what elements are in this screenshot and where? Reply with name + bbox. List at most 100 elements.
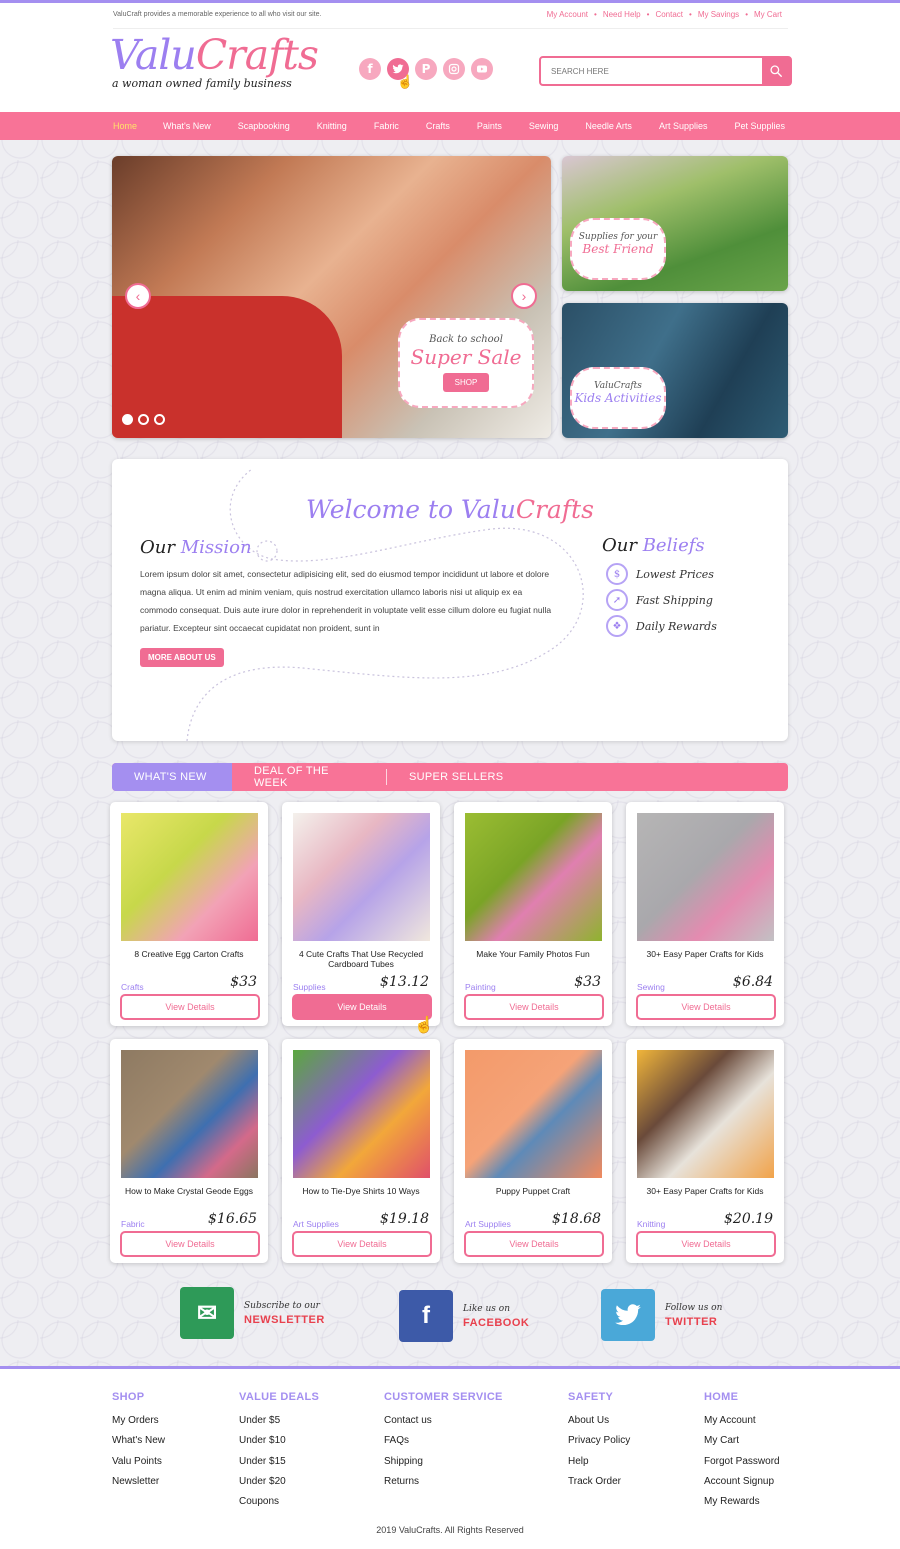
nav-item-sewing[interactable]: Sewing — [529, 121, 559, 131]
footer-link[interactable]: What's New — [112, 1431, 165, 1451]
nav-item-scapbooking[interactable]: Scapbooking — [238, 121, 290, 131]
top-link-my-savings[interactable]: My Savings — [692, 10, 745, 19]
hero-image-paper — [329, 430, 551, 438]
shop-button[interactable]: SHOP — [442, 373, 490, 392]
top-link-contact[interactable]: Contact — [649, 10, 689, 19]
product-card: 4 Cute Crafts That Use Recycled Cardboar… — [282, 802, 440, 1026]
view-details-button[interactable]: View Details — [120, 1231, 260, 1257]
nav-item-what-s-new[interactable]: What's New — [163, 121, 211, 131]
footer-link[interactable]: Under $10 — [239, 1431, 319, 1451]
product-image[interactable] — [121, 1050, 258, 1178]
view-details-button[interactable]: View Details — [636, 994, 776, 1020]
product-price: $33 — [574, 974, 601, 990]
view-details-button[interactable]: View Details — [464, 1231, 604, 1257]
banner-pet-supplies[interactable]: Supplies for your Best Friend — [562, 156, 788, 291]
slider-dot[interactable] — [122, 414, 133, 425]
youtube-icon[interactable] — [471, 58, 493, 80]
newsletter-signup[interactable]: ✉ Subscribe to our NEWSLETTER — [180, 1287, 325, 1339]
footer-link[interactable]: Privacy Policy — [568, 1431, 630, 1451]
top-link-my-cart[interactable]: My Cart — [748, 10, 788, 19]
hand-cursor-icon: ☝ — [397, 74, 414, 89]
footer-link[interactable]: Account Signup — [704, 1472, 780, 1492]
view-details-button[interactable]: View Details — [292, 1231, 432, 1257]
instagram-icon[interactable] — [443, 58, 465, 80]
nav-item-fabric[interactable]: Fabric — [374, 121, 399, 131]
product-category[interactable]: Art Supplies — [465, 1219, 511, 1229]
product-price: $33 — [230, 974, 257, 990]
footer-link[interactable]: Under $5 — [239, 1411, 319, 1431]
banner-kids-activities[interactable]: ValuCrafts Kids Activities — [562, 303, 788, 438]
hero-sale-badge: Back to school Super Sale SHOP — [398, 318, 534, 408]
footer-link[interactable]: Contact us — [384, 1411, 503, 1431]
product-title: 30+ Easy Paper Crafts for Kids — [646, 1186, 764, 1196]
product-category[interactable]: Knitting — [637, 1219, 665, 1229]
product-price: $18.68 — [552, 1211, 601, 1227]
product-category[interactable]: Crafts — [121, 982, 144, 992]
footer-link[interactable]: Forgot Password — [704, 1452, 780, 1472]
product-image[interactable] — [293, 1050, 430, 1178]
product-card: How to Tie-Dye Shirts 10 Ways Art Supplie… — [282, 1039, 440, 1263]
tab-deal-of-the-week[interactable]: DEAL OF THE WEEK — [232, 765, 387, 789]
nav-item-art-supplies[interactable]: Art Supplies — [659, 121, 708, 131]
product-category[interactable]: Supplies — [293, 982, 326, 992]
slider-dot[interactable] — [138, 414, 149, 425]
slider-next-arrow[interactable]: › — [511, 283, 537, 309]
search-input[interactable] — [541, 58, 762, 84]
product-title: How to Make Crystal Geode Eggs — [124, 1186, 254, 1196]
product-image[interactable] — [121, 813, 258, 941]
search-button[interactable] — [762, 58, 790, 84]
twitter-follow[interactable]: Follow us on TWITTER — [601, 1289, 722, 1341]
product-image[interactable] — [637, 813, 774, 941]
footer-link[interactable]: Returns — [384, 1472, 503, 1492]
tab-whats-new[interactable]: WHAT'S NEW — [112, 763, 232, 791]
top-link-need-help[interactable]: Need Help — [597, 10, 647, 19]
footer-link[interactable]: Valu Points — [112, 1452, 165, 1472]
footer-link[interactable]: Coupons — [239, 1492, 319, 1512]
more-about-us-button[interactable]: MORE ABOUT US — [140, 648, 224, 667]
footer-link[interactable]: Shipping — [384, 1452, 503, 1472]
nav-item-knitting[interactable]: Knitting — [317, 121, 347, 131]
view-details-button[interactable]: View Details — [636, 1231, 776, 1257]
piggy-bank-icon: $ — [606, 563, 628, 585]
footer-link[interactable]: FAQs — [384, 1431, 503, 1451]
product-image[interactable] — [465, 1050, 602, 1178]
footer-link[interactable]: My Cart — [704, 1431, 780, 1451]
product-category[interactable]: Painting — [465, 982, 496, 992]
product-image[interactable] — [465, 813, 602, 941]
product-card: 30+ Easy Paper Crafts for Kids Sewing $6.8… — [626, 802, 784, 1026]
product-price: $6.84 — [732, 974, 773, 990]
view-details-button[interactable]: View Details — [464, 994, 604, 1020]
site-logo[interactable]: ValuCrafts a woman owned family business — [110, 31, 319, 90]
view-details-button[interactable]: View Details — [120, 994, 260, 1020]
product-image[interactable] — [637, 1050, 774, 1178]
footer-link[interactable]: Track Order — [568, 1472, 630, 1492]
footer-link[interactable]: My Rewards — [704, 1492, 780, 1512]
nav-item-pet-supplies[interactable]: Pet Supplies — [734, 121, 785, 131]
product-category[interactable]: Fabric — [121, 1219, 145, 1229]
product-category[interactable]: Sewing — [637, 982, 665, 992]
footer-link[interactable]: Under $15 — [239, 1452, 319, 1472]
nav-item-home[interactable]: Home — [113, 121, 137, 131]
footer-link[interactable]: Help — [568, 1452, 630, 1472]
view-details-button[interactable]: View Details — [292, 994, 432, 1020]
nav-item-needle-arts[interactable]: Needle Arts — [585, 121, 632, 131]
slider-prev-arrow[interactable]: ‹ — [125, 283, 151, 309]
product-image[interactable] — [293, 813, 430, 941]
facebook-follow[interactable]: f Like us on FACEBOOK — [399, 1290, 529, 1342]
tab-super-sellers[interactable]: SUPER SELLERS — [387, 763, 525, 791]
nav-item-crafts[interactable]: Crafts — [426, 121, 450, 131]
slider-dot[interactable] — [154, 414, 165, 425]
nav-item-paints[interactable]: Paints — [477, 121, 502, 131]
footer-link[interactable]: Newsletter — [112, 1472, 165, 1492]
facebook-icon[interactable]: f — [359, 58, 381, 80]
footer-link[interactable]: My Orders — [112, 1411, 165, 1431]
hero-line2: Super Sale — [410, 345, 522, 369]
top-link-my-account[interactable]: My Account — [541, 10, 594, 19]
product-title: 8 Creative Egg Carton Crafts — [134, 949, 244, 959]
footer-link[interactable]: My Account — [704, 1411, 780, 1431]
site-footer: SHOP My Orders What's New Valu Points Newsle… — [0, 1366, 900, 1549]
pinterest-icon[interactable]: P — [415, 58, 437, 80]
footer-link[interactable]: About Us — [568, 1411, 630, 1431]
product-category[interactable]: Art Supplies — [293, 1219, 339, 1229]
footer-link[interactable]: Under $20 — [239, 1472, 319, 1492]
